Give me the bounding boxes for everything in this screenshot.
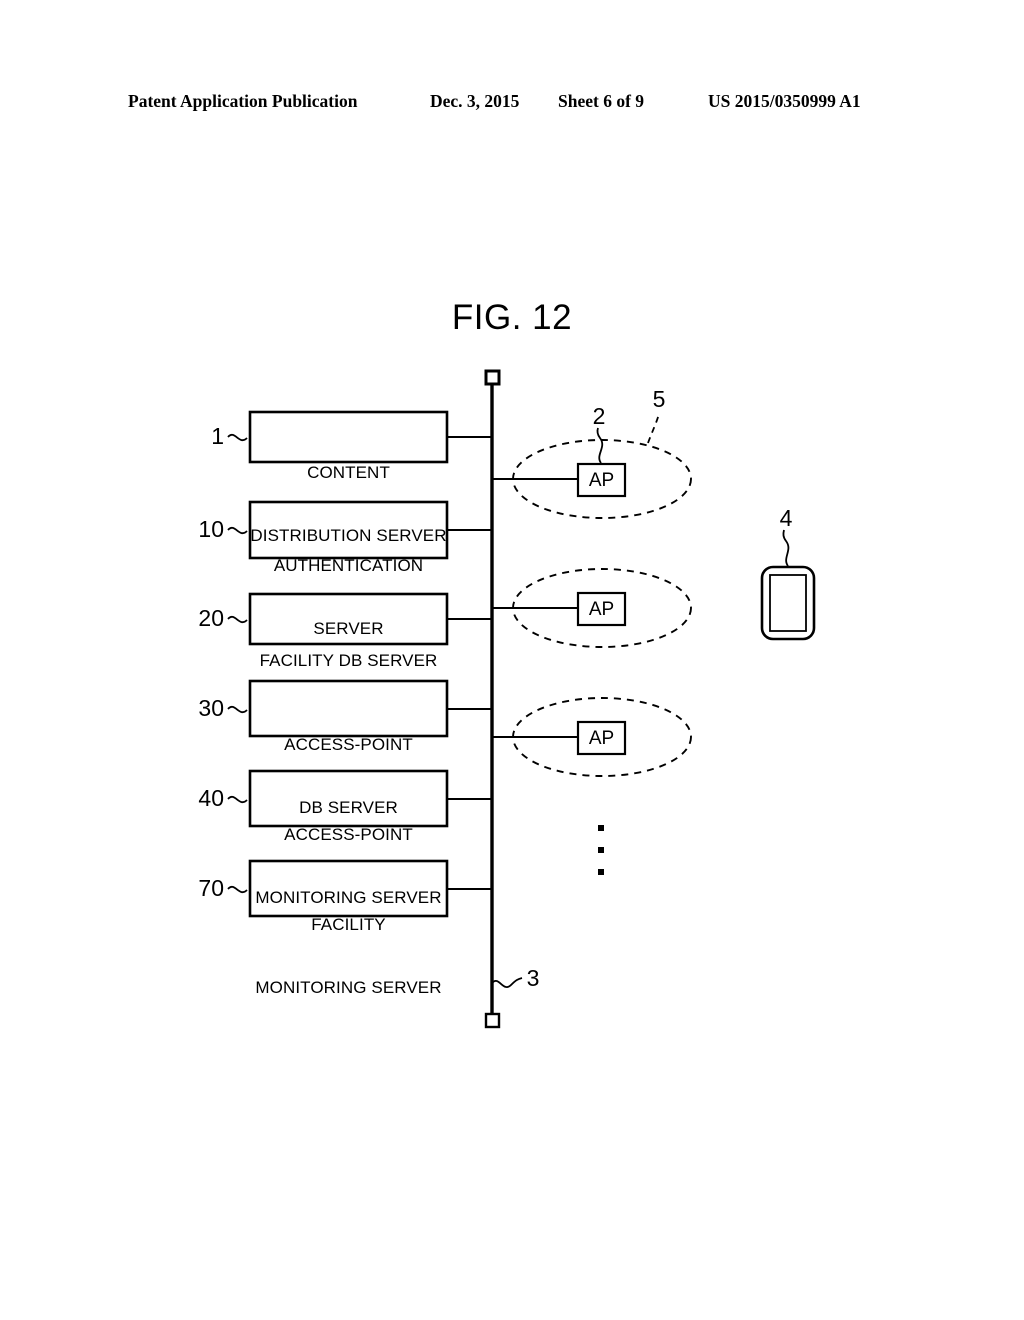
patent-figure-page: Patent Application Publication Dec. 3, 2… [0,0,1024,1320]
access-point-group-1 [492,413,692,519]
mobile-terminal [760,529,816,641]
server-box-70-label: FACILITY MONITORING SERVER [250,872,447,1040]
server-20-leader-line [227,616,248,623]
server-10-leader-line [227,527,248,534]
reference-numeral-1: 1 [211,423,224,449]
server-30-leader-line [227,706,248,713]
reference-numeral-40: 40 [198,785,224,811]
server-box-30-line1: ACCESS-POINT [284,735,413,754]
server-box-10-line1: AUTHENTICATION [273,556,424,575]
server-40-leader-line [227,796,248,803]
reference-numeral-20: 20 [198,605,224,631]
mobile-terminal-leader-line [782,529,790,567]
figure-drawing [227,369,816,1029]
server-70-leader-line [227,886,248,893]
server-box-40-line1: ACCESS-POINT [284,825,413,844]
network-leader-line [491,977,523,988]
reference-numeral-4: 4 [779,505,793,531]
reference-numeral-70: 70 [198,875,224,901]
bus-top-terminator [484,369,501,386]
reference-numeral-2: 2 [592,403,606,429]
reference-numeral-3: 3 [526,965,540,991]
coverage-area-leader-line [647,413,660,444]
server-box-70-line2: MONITORING SERVER [255,978,442,997]
server-1-leader-line [227,434,248,441]
reference-numeral-30: 30 [198,695,224,721]
ap-box-2-label: AP [588,599,615,620]
network-bus [484,369,523,1029]
server-box-20-line1: FACILITY DB SERVER [259,651,438,670]
ap-1-leader-line [596,427,604,464]
reference-numeral-5: 5 [652,386,666,412]
server-box-1-line1: CONTENT [307,463,390,482]
mobile-terminal-screen [769,574,807,632]
server-box-70-line1: FACILITY [311,915,386,934]
bus-bottom-terminator [484,1012,501,1029]
ap-box-3-label: AP [588,728,615,749]
ap-box-1-label: AP [588,470,615,491]
reference-numeral-10: 10 [198,516,224,542]
vertical-ellipsis-icon [598,825,604,875]
